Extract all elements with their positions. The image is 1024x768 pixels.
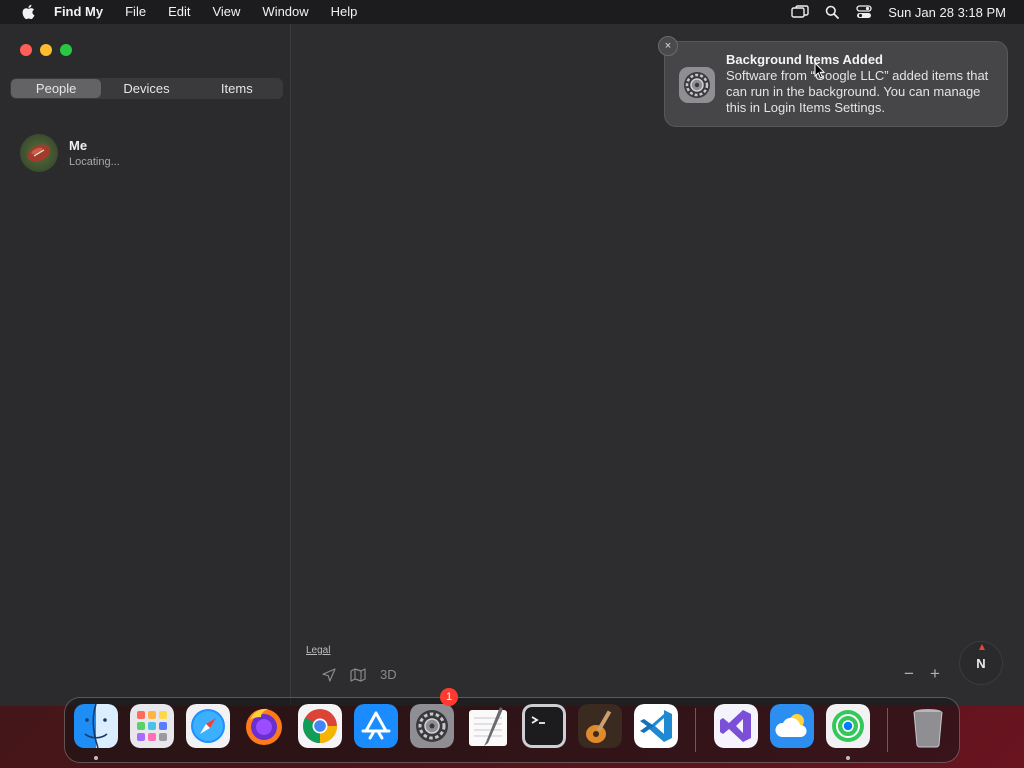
- zoom-window-button[interactable]: [60, 44, 72, 56]
- 3d-button[interactable]: 3D: [380, 667, 397, 682]
- map-mode-icon[interactable]: [350, 667, 366, 682]
- dock-visual-studio-icon[interactable]: [714, 704, 758, 748]
- dock-launchpad-icon[interactable]: [130, 704, 174, 748]
- control-center-icon[interactable]: [853, 0, 875, 24]
- system-settings-icon: [678, 66, 716, 104]
- menu-help[interactable]: Help: [320, 0, 369, 24]
- location-arrow-icon[interactable]: [322, 667, 336, 682]
- zoom-in-button[interactable]: +: [928, 664, 942, 684]
- screen-mirroring-icon[interactable]: [789, 0, 811, 24]
- notification-close-button[interactable]: ×: [658, 36, 678, 56]
- dock-separator: [695, 708, 696, 752]
- tab-people[interactable]: People: [11, 79, 102, 98]
- dock-chrome-icon[interactable]: [298, 704, 342, 748]
- tab-items[interactable]: Items: [192, 79, 282, 98]
- dock-terminal-icon[interactable]: [522, 704, 566, 748]
- tab-devices[interactable]: Devices: [101, 79, 191, 98]
- compass[interactable]: N: [959, 641, 1003, 685]
- dock-garageband-icon[interactable]: [578, 704, 622, 748]
- zoom-controls: − +: [902, 664, 942, 684]
- minimize-window-button[interactable]: [40, 44, 52, 56]
- dock-trash-icon[interactable]: [906, 704, 950, 748]
- dock-find-my-icon[interactable]: [826, 704, 870, 748]
- person-status: Locating...: [69, 156, 120, 168]
- search-icon[interactable]: [821, 0, 843, 24]
- dock-textedit-icon[interactable]: [466, 704, 510, 748]
- map-controls: 3D: [322, 667, 397, 682]
- menu-file[interactable]: File: [114, 0, 157, 24]
- close-window-button[interactable]: [20, 44, 32, 56]
- zoom-out-button[interactable]: −: [902, 664, 916, 684]
- menu-clock[interactable]: Sun Jan 28 3:18 PM: [880, 5, 1024, 20]
- compass-needle-icon: [979, 644, 985, 650]
- sidebar-tabs: People Devices Items: [10, 78, 283, 99]
- dock-weather-icon[interactable]: [770, 704, 814, 748]
- menu-bar: Find My File Edit View Window Help Sun J…: [0, 0, 1024, 24]
- window-controls: [20, 44, 72, 56]
- notification-title: Background Items Added: [726, 52, 883, 67]
- background-items-notification[interactable]: Background Items Added Software from “Go…: [664, 41, 1008, 127]
- menu-window[interactable]: Window: [251, 0, 319, 24]
- person-list-item[interactable]: Me Locating...: [20, 134, 120, 172]
- dock-firefox-icon[interactable]: [242, 704, 286, 748]
- dock-system-settings-icon[interactable]: [410, 704, 454, 748]
- menu-app-name[interactable]: Find My: [50, 0, 114, 24]
- dock-separator: [887, 708, 888, 752]
- legal-link[interactable]: Legal: [306, 645, 330, 656]
- dock: [64, 697, 960, 763]
- dock-running-indicator: [846, 756, 850, 760]
- notification-body: Software from “Google LLC” added items t…: [726, 68, 989, 115]
- sidebar: People Devices Items Me Locating...: [0, 24, 291, 706]
- football-icon: [27, 144, 51, 162]
- menu-edit[interactable]: Edit: [157, 0, 201, 24]
- dock-app-store-icon[interactable]: [354, 704, 398, 748]
- dock-safari-icon[interactable]: [186, 704, 230, 748]
- apple-menu-icon[interactable]: [17, 0, 39, 24]
- system-settings-badge: 1: [440, 688, 458, 706]
- compass-label: N: [976, 655, 986, 671]
- mouse-cursor-icon: [814, 61, 826, 84]
- dock-running-indicator: [94, 756, 98, 760]
- dock-finder-icon[interactable]: [74, 704, 118, 748]
- avatar: [20, 134, 58, 172]
- dock-vscode-icon[interactable]: [634, 704, 678, 748]
- person-name: Me: [69, 138, 88, 153]
- menu-view[interactable]: View: [201, 0, 251, 24]
